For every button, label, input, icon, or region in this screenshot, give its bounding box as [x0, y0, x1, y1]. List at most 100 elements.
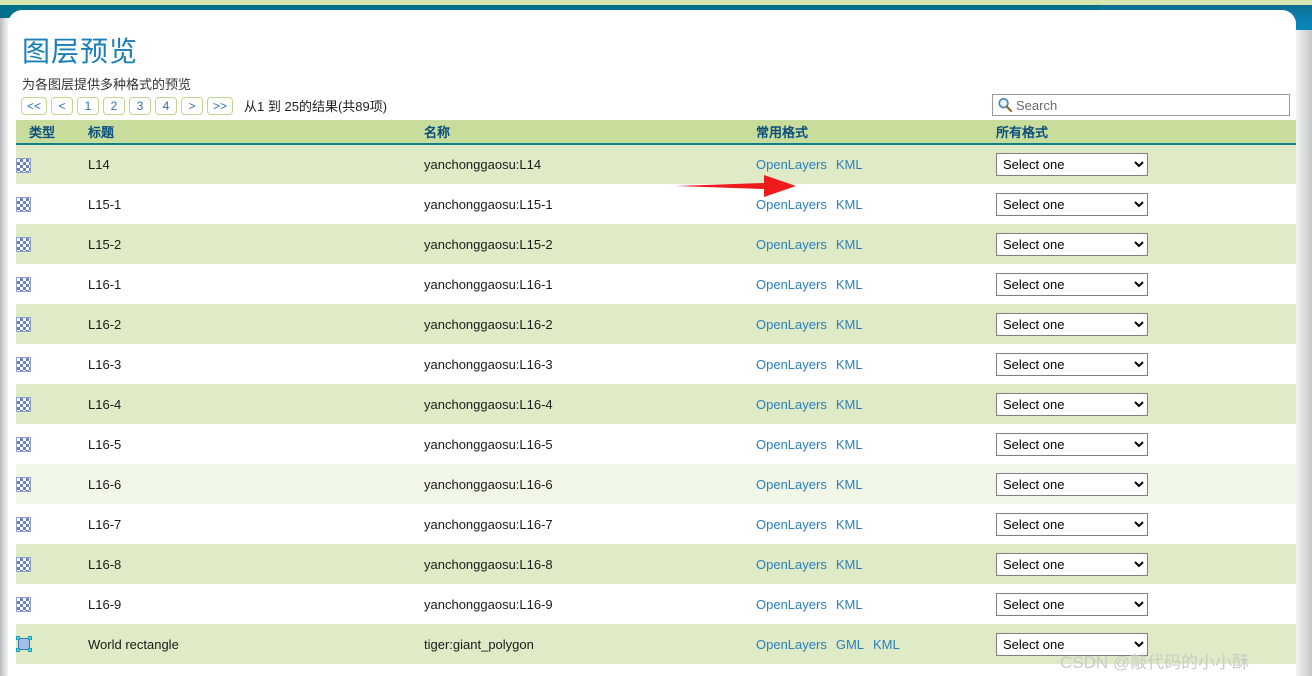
format-link-kml[interactable]: KML	[836, 157, 863, 172]
pager-prev-button[interactable]: <	[51, 96, 74, 115]
format-link-gml[interactable]: GML	[836, 637, 864, 652]
pager-first-button[interactable]: <<	[21, 96, 48, 115]
cell-layer-type	[16, 344, 88, 384]
format-link-openlayers[interactable]: OpenLayers	[756, 437, 827, 452]
table-header-row: 类型 标题 名称 常用格式 所有格式	[16, 120, 1296, 145]
format-link-openlayers[interactable]: OpenLayers	[756, 557, 827, 572]
polygon-layer-icon	[16, 636, 32, 653]
cell-layer-name: yanchonggaosu:L16-3	[424, 344, 756, 384]
pager-last-button[interactable]: >>	[207, 96, 234, 115]
search-box[interactable]	[992, 94, 1290, 116]
cell-layer-type	[16, 424, 88, 464]
cell-layer-title: L16-8	[88, 544, 424, 584]
all-formats-select[interactable]: Select one	[996, 632, 1148, 656]
page-root: 图层预览 为各图层提供多种格式的预览 << < 1 2 3 4 > >> 从1 …	[0, 0, 1312, 676]
format-link-openlayers[interactable]: OpenLayers	[756, 637, 827, 652]
cell-layer-title: L15-2	[88, 224, 424, 264]
search-icon	[996, 96, 1014, 114]
format-link-openlayers[interactable]: OpenLayers	[756, 197, 827, 212]
all-formats-select[interactable]: Select one	[996, 512, 1148, 536]
pager-page-3-button[interactable]: 3	[129, 96, 152, 115]
format-link-openlayers[interactable]: OpenLayers	[756, 357, 827, 372]
cell-common-formats: OpenLayers KML	[756, 384, 996, 424]
cell-layer-name: yanchonggaosu:L16-9	[424, 584, 756, 624]
format-link-openlayers[interactable]: OpenLayers	[756, 397, 827, 412]
all-formats-select[interactable]: Select one	[996, 472, 1148, 496]
all-formats-select[interactable]: Select one	[996, 552, 1148, 576]
cell-all-formats: Select one	[996, 464, 1296, 504]
format-link-openlayers[interactable]: OpenLayers	[756, 517, 827, 532]
cell-all-formats: Select one	[996, 544, 1296, 584]
cell-layer-name: yanchonggaosu:L16-2	[424, 304, 756, 344]
format-link-kml[interactable]: KML	[836, 277, 863, 292]
cell-layer-title: L16-4	[88, 384, 424, 424]
all-formats-select[interactable]: Select one	[996, 352, 1148, 376]
raster-layer-icon	[16, 557, 31, 573]
page-title: 图层预览	[22, 36, 139, 67]
layer-preview-panel: 图层预览 为各图层提供多种格式的预览 << < 1 2 3 4 > >> 从1 …	[8, 10, 1296, 676]
format-link-kml[interactable]: KML	[836, 597, 863, 612]
cell-layer-title: L16-9	[88, 584, 424, 624]
format-link-kml[interactable]: KML	[836, 477, 863, 492]
all-formats-select[interactable]: Select one	[996, 592, 1148, 616]
raster-layer-icon	[16, 157, 31, 173]
pager-page-2-button[interactable]: 2	[103, 96, 126, 115]
format-link-openlayers[interactable]: OpenLayers	[756, 597, 827, 612]
column-header-title[interactable]: 标题	[88, 120, 424, 145]
all-formats-select[interactable]: Select one	[996, 232, 1148, 256]
table-row: L16-2 yanchonggaosu:L16-2 OpenLayers KML Sel…	[16, 304, 1296, 344]
format-link-kml[interactable]: KML	[836, 197, 863, 212]
cell-layer-type	[16, 304, 88, 344]
format-link-kml[interactable]: KML	[836, 237, 863, 252]
raster-layer-icon	[16, 317, 31, 333]
format-link-openlayers[interactable]: OpenLayers	[756, 317, 827, 332]
column-header-type[interactable]: 类型	[16, 120, 88, 145]
cell-layer-type	[16, 144, 88, 184]
search-input[interactable]	[1016, 96, 1289, 114]
raster-layer-icon	[16, 517, 31, 533]
cell-all-formats: Select one	[996, 304, 1296, 344]
table-row: World rectangle tiger:giant_polygon OpenLa…	[16, 624, 1296, 664]
cell-common-formats: OpenLayers GML KML	[756, 624, 996, 664]
pager-page-4-button[interactable]: 4	[155, 96, 178, 115]
format-link-kml[interactable]: KML	[836, 397, 863, 412]
format-link-kml[interactable]: KML	[836, 317, 863, 332]
cell-common-formats: OpenLayers KML	[756, 224, 996, 264]
cell-layer-type	[16, 464, 88, 504]
cell-layer-title: L16-3	[88, 344, 424, 384]
cell-common-formats: OpenLayers KML	[756, 264, 996, 304]
cell-common-formats: OpenLayers KML	[756, 584, 996, 624]
all-formats-select[interactable]: Select one	[996, 192, 1148, 216]
table-body: L14 yanchonggaosu:L14 OpenLayers KML Select …	[16, 144, 1296, 664]
cell-layer-title: L16-2	[88, 304, 424, 344]
format-link-kml[interactable]: KML	[836, 437, 863, 452]
format-link-kml[interactable]: KML	[836, 557, 863, 572]
cell-common-formats: OpenLayers KML	[756, 184, 996, 224]
format-link-openlayers[interactable]: OpenLayers	[756, 277, 827, 292]
column-header-common[interactable]: 常用格式	[756, 120, 996, 145]
format-link-openlayers[interactable]: OpenLayers	[756, 237, 827, 252]
all-formats-select[interactable]: Select one	[996, 432, 1148, 456]
format-link-kml[interactable]: KML	[873, 637, 900, 652]
cell-all-formats: Select one	[996, 504, 1296, 544]
cell-layer-title: L16-1	[88, 264, 424, 304]
format-link-openlayers[interactable]: OpenLayers	[756, 157, 827, 172]
cell-layer-name: yanchonggaosu:L16-7	[424, 504, 756, 544]
format-link-kml[interactable]: KML	[836, 357, 863, 372]
table-row: L16-4 yanchonggaosu:L16-4 OpenLayers KML Sel…	[16, 384, 1296, 424]
cell-common-formats: OpenLayers KML	[756, 304, 996, 344]
all-formats-select[interactable]: Select one	[996, 312, 1148, 336]
format-link-kml[interactable]: KML	[836, 517, 863, 532]
column-header-all[interactable]: 所有格式	[996, 120, 1296, 145]
pager-page-1-button[interactable]: 1	[77, 96, 100, 115]
cell-layer-type	[16, 544, 88, 584]
cell-layer-type	[16, 584, 88, 624]
pager-next-button[interactable]: >	[181, 96, 204, 115]
column-header-name[interactable]: 名称	[424, 120, 756, 145]
all-formats-select[interactable]: Select one	[996, 153, 1148, 176]
table-row: L16-6 yanchonggaosu:L16-6 OpenLayers KML Sel…	[16, 464, 1296, 504]
all-formats-select[interactable]: Select one	[996, 272, 1148, 296]
cell-common-formats: OpenLayers KML	[756, 504, 996, 544]
all-formats-select[interactable]: Select one	[996, 392, 1148, 416]
format-link-openlayers[interactable]: OpenLayers	[756, 477, 827, 492]
